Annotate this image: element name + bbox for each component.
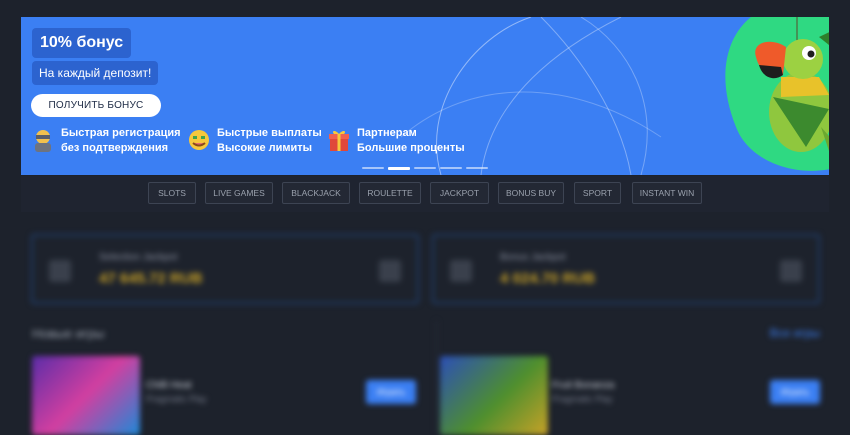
gift-icon	[329, 130, 349, 151]
category-instant-win[interactable]: INSTANT WIN	[632, 182, 702, 204]
category-slots[interactable]: SLOTS	[148, 182, 196, 204]
parrot-mascot-image	[725, 17, 829, 171]
jackpot-title: Selection Jackpot	[99, 252, 178, 263]
game-name: Chilli Heat	[146, 380, 192, 391]
game-thumbnail[interactable]	[440, 356, 548, 435]
slide-dot[interactable]	[362, 167, 384, 169]
jackpot-icon	[49, 260, 71, 282]
all-games-link[interactable]: Все игры	[770, 326, 820, 340]
feature-line2: Высокие лимиты	[217, 142, 313, 154]
jackpot-amount: 47 645.72 RUB	[99, 270, 203, 287]
feature-line1: Быстрые выплаты	[217, 127, 322, 139]
category-roulette[interactable]: ROULETTE	[359, 182, 421, 204]
game-provider: Pragmatic Play	[146, 394, 207, 404]
feature-line1: Партнерам	[357, 127, 417, 139]
jackpot-card[interactable]: Bonus Jackpot 4 024.70 RUB	[432, 234, 820, 304]
category-blackjack[interactable]: BLACKJACK	[282, 182, 350, 204]
game-provider: Pragmatic Play	[552, 394, 613, 404]
game-thumbnail[interactable]	[32, 356, 140, 435]
feature-line2: Большие проценты	[357, 142, 465, 154]
slide-dot[interactable]	[440, 167, 462, 169]
bonus-title: 10% бонус	[32, 28, 132, 58]
blurred-content: Selection Jackpot 47 645.72 RUB Bonus Ja…	[0, 212, 850, 435]
feature-partners: Партнерам Большие проценты	[327, 126, 467, 156]
jackpot-card[interactable]: Selection Jackpot 47 645.72 RUB	[31, 234, 419, 304]
play-button[interactable]: Играть	[770, 380, 820, 404]
promo-banner[interactable]: 10% бонус На каждый депозит! ПОЛУЧИТЬ БО…	[21, 17, 829, 175]
game-name: Fruit Bonanza	[552, 380, 615, 391]
feature-fast-payouts: Быстрые выплаты Высокие лимиты	[187, 126, 327, 156]
jackpot-icon	[450, 260, 472, 282]
ninja-avatar-icon	[35, 130, 51, 152]
category-jackpot[interactable]: JACKPOT	[430, 182, 489, 204]
category-sport[interactable]: SPORT	[574, 182, 621, 204]
play-button[interactable]: Играть	[366, 380, 416, 404]
feature-line2: без подтверждения	[61, 142, 169, 154]
slide-dot-active[interactable]	[388, 167, 410, 170]
category-nav: SLOTS LIVE GAMES BLACKJACK ROULETTE JACK…	[21, 176, 829, 212]
money-face-icon	[189, 130, 209, 150]
slide-dot[interactable]	[466, 167, 488, 169]
feature-line1: Быстрая регистрация	[61, 127, 181, 139]
category-live-games[interactable]: LIVE GAMES	[205, 182, 273, 204]
slide-indicators	[362, 167, 502, 170]
jackpot-title: Bonus Jackpot	[500, 252, 566, 263]
slide-dot[interactable]	[414, 167, 436, 169]
get-bonus-button[interactable]: ПОЛУЧИТЬ БОНУС	[31, 94, 161, 117]
jackpot-amount: 4 024.70 RUB	[500, 270, 596, 287]
feature-fast-registration: Быстрая регистрация без подтверждения	[31, 126, 181, 156]
divider	[436, 320, 437, 435]
category-bonus-buy[interactable]: BONUS BUY	[498, 182, 564, 204]
new-games-title: Новые игры	[32, 326, 105, 341]
chevron-right-icon[interactable]	[780, 260, 802, 282]
chevron-right-icon[interactable]	[379, 260, 401, 282]
deposit-subtitle: На каждый депозит!	[32, 61, 159, 85]
